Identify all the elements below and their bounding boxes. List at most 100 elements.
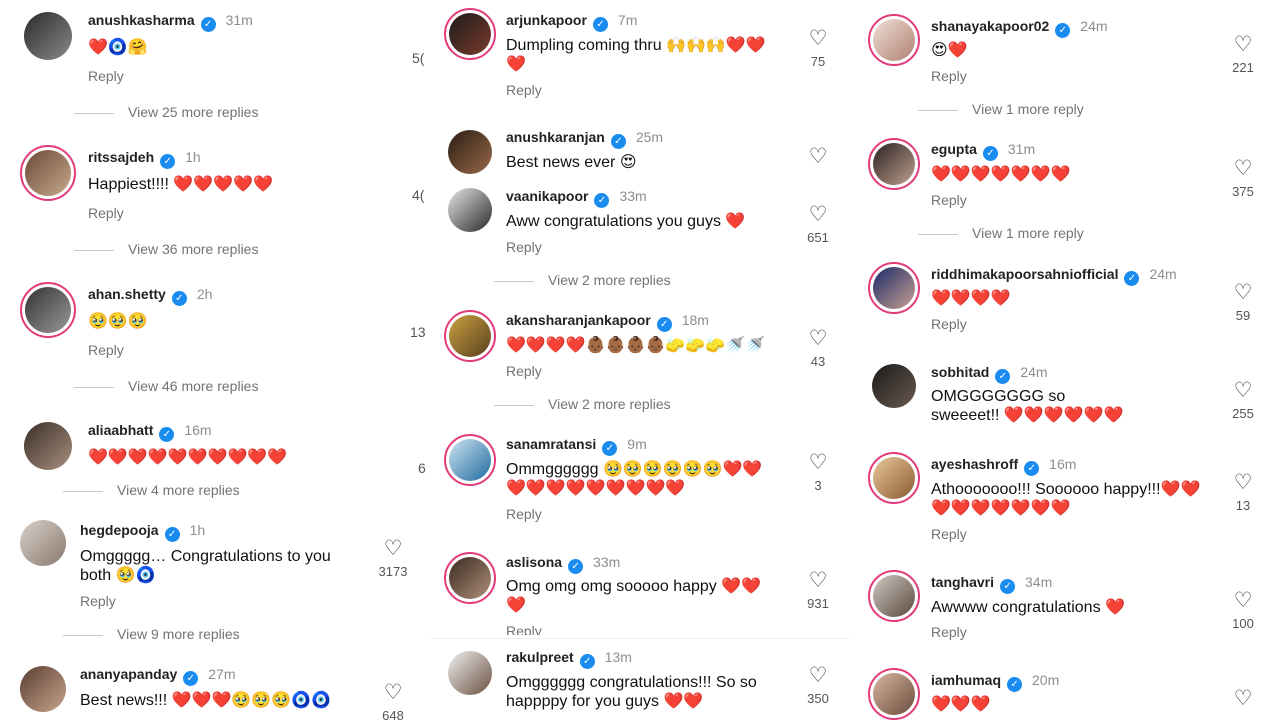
reply-button[interactable]: Reply — [931, 68, 967, 84]
view-more-replies[interactable]: View 36 more replies — [74, 241, 258, 257]
avatar[interactable] — [444, 8, 496, 60]
avatar[interactable] — [444, 552, 496, 604]
heart-icon[interactable]: ♡ — [798, 665, 838, 687]
comment-username[interactable]: sobhitad ✓ 24m — [931, 364, 1048, 384]
avatar[interactable] — [20, 666, 66, 712]
comment-username[interactable]: hegdepooja ✓ 1h — [80, 522, 205, 542]
like-control[interactable]: ♡ 221 — [1223, 34, 1263, 76]
heart-icon[interactable]: ♡ — [1223, 282, 1263, 304]
reply-button[interactable]: Reply — [88, 342, 124, 358]
like-control[interactable]: ♡ 43 — [798, 328, 838, 370]
heart-icon[interactable]: ♡ — [798, 328, 838, 350]
reply-button[interactable]: Reply — [506, 623, 542, 635]
avatar[interactable] — [448, 130, 492, 174]
divider-line — [74, 112, 114, 114]
like-control[interactable]: ♡ 59 — [1223, 282, 1263, 324]
reply-button[interactable]: Reply — [80, 593, 116, 609]
like-control[interactable]: ♡ 648 — [373, 682, 413, 720]
avatar[interactable] — [868, 138, 920, 190]
heart-icon[interactable]: ♡ — [1223, 158, 1263, 180]
comment-username[interactable]: riddhimakapoorsahniofficial ✓ 24m — [931, 266, 1177, 286]
comment-username[interactable]: akansharanjankapoor ✓ 18m — [506, 312, 709, 332]
view-more-replies[interactable]: View 9 more replies — [63, 626, 240, 642]
avatar[interactable] — [20, 282, 76, 338]
like-control[interactable]: ♡ 3173 — [373, 538, 413, 580]
comment-username[interactable]: rakulpreet ✓ 13m — [506, 649, 632, 669]
like-control[interactable]: ♡ 255 — [1223, 380, 1263, 422]
comment-username[interactable]: anushkaranjan ✓ 25m — [506, 129, 663, 149]
comment-username[interactable]: ayeshashroff ✓ 16m — [931, 456, 1076, 476]
heart-icon[interactable]: ♡ — [1223, 590, 1263, 612]
avatar[interactable] — [20, 520, 66, 566]
heart-icon[interactable]: ♡ — [798, 28, 838, 50]
avatar[interactable] — [444, 310, 496, 362]
reply-button[interactable]: Reply — [506, 239, 542, 255]
verified-badge-icon: ✓ — [995, 369, 1011, 384]
reply-button[interactable]: Reply — [506, 82, 542, 98]
reply-button[interactable]: Reply — [931, 316, 967, 332]
view-more-replies[interactable]: View 4 more replies — [63, 482, 240, 498]
heart-icon[interactable]: ♡ — [1223, 380, 1263, 402]
heart-icon[interactable]: ♡ — [1223, 34, 1263, 56]
like-control[interactable]: ♡ — [798, 146, 838, 168]
like-control[interactable]: ♡ 375 — [1223, 158, 1263, 200]
avatar[interactable] — [868, 14, 920, 66]
avatar[interactable] — [868, 452, 920, 504]
heart-icon[interactable]: ♡ — [798, 570, 838, 592]
like-control[interactable]: ♡ 931 — [798, 570, 838, 612]
like-control[interactable]: ♡ 651 — [798, 204, 838, 246]
comment-username[interactable]: anushkasharma ✓ 31m — [88, 12, 253, 32]
comment-username[interactable]: arjunkapoor ✓ 7m — [506, 12, 637, 32]
avatar[interactable] — [448, 188, 492, 232]
reply-button[interactable]: Reply — [931, 526, 967, 542]
like-control[interactable]: ♡ — [1223, 688, 1263, 710]
heart-icon[interactable]: ♡ — [798, 204, 838, 226]
heart-icon[interactable]: ♡ — [373, 682, 413, 704]
avatar[interactable] — [20, 145, 76, 201]
like-control[interactable]: ♡ 13 — [1223, 472, 1263, 514]
verified-badge-icon: ✓ — [159, 427, 175, 442]
avatar[interactable] — [24, 422, 72, 470]
like-control[interactable]: ♡ 75 — [798, 28, 838, 70]
verified-badge-icon: ✓ — [1055, 23, 1071, 38]
comment-username[interactable]: ritssajdeh ✓ 1h — [88, 149, 201, 169]
comment-text: Best news ever 😍 — [506, 154, 637, 171]
reply-button[interactable]: Reply — [931, 624, 967, 640]
view-more-replies[interactable]: View 1 more reply — [918, 225, 1084, 241]
heart-icon[interactable]: ♡ — [373, 538, 413, 560]
comment-username[interactable]: aslisona ✓ 33m — [506, 554, 620, 574]
avatar[interactable] — [444, 434, 496, 486]
comment-username[interactable]: shanayakapoor02 ✓ 24m — [931, 18, 1108, 38]
heart-icon[interactable]: ♡ — [798, 452, 838, 474]
view-more-replies[interactable]: View 25 more replies — [74, 104, 258, 120]
comment-username[interactable]: iamhumaq ✓ 20m — [931, 672, 1059, 692]
avatar[interactable] — [448, 651, 492, 695]
like-control[interactable]: ♡ 350 — [798, 665, 838, 707]
avatar[interactable] — [868, 570, 920, 622]
view-more-replies[interactable]: View 1 more reply — [918, 101, 1084, 117]
comment-username[interactable]: ananyapanday ✓ 27m — [80, 666, 236, 686]
comment-username[interactable]: egupta ✓ 31m — [931, 141, 1035, 161]
avatar[interactable] — [872, 364, 916, 408]
reply-button[interactable]: Reply — [931, 192, 967, 208]
like-control[interactable]: ♡ 100 — [1223, 590, 1263, 632]
comment-username[interactable]: tanghavri ✓ 34m — [931, 574, 1052, 594]
heart-icon[interactable]: ♡ — [798, 146, 838, 168]
heart-icon[interactable]: ♡ — [1223, 472, 1263, 494]
comment-username[interactable]: vaanikapoor ✓ 33m — [506, 188, 647, 208]
heart-icon[interactable]: ♡ — [1223, 688, 1263, 710]
view-more-replies[interactable]: View 46 more replies — [74, 378, 258, 394]
reply-button[interactable]: Reply — [506, 506, 542, 522]
avatar[interactable] — [24, 12, 72, 60]
avatar[interactable] — [868, 262, 920, 314]
reply-button[interactable]: Reply — [506, 363, 542, 379]
comment-username[interactable]: ahan.shetty ✓ 2h — [88, 286, 212, 306]
comment-username[interactable]: aliaabhatt ✓ 16m — [88, 422, 212, 442]
view-more-replies[interactable]: View 2 more replies — [494, 272, 671, 288]
view-more-replies[interactable]: View 2 more replies — [494, 396, 671, 412]
reply-button[interactable]: Reply — [88, 68, 124, 84]
reply-button[interactable]: Reply — [88, 205, 124, 221]
avatar[interactable] — [868, 668, 920, 720]
like-control[interactable]: ♡ 3 — [798, 452, 838, 494]
comment-username[interactable]: sanamratansi ✓ 9m — [506, 436, 647, 456]
